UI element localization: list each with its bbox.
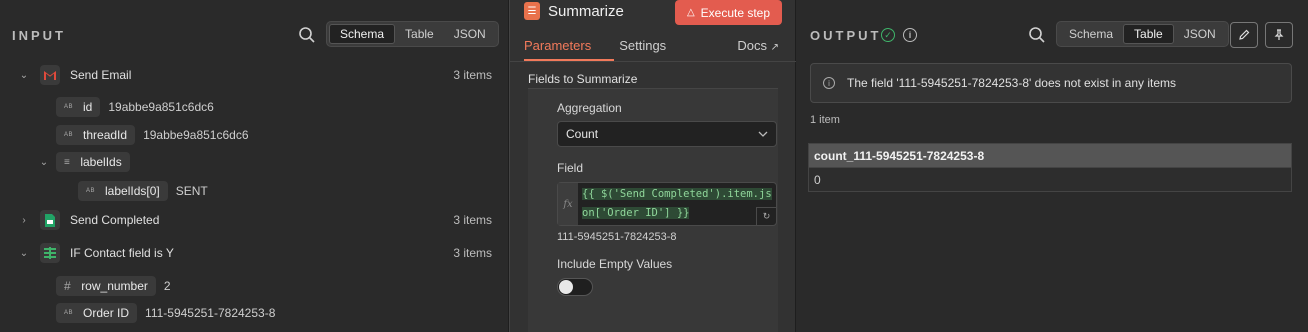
- input-panel: INPUT Schema Table JSON ⌄ Send Email 3 i…: [0, 0, 509, 332]
- chevron-right-icon[interactable]: ›: [18, 215, 30, 226]
- string-type-icon: AB: [64, 132, 74, 138]
- input-tab-schema[interactable]: Schema: [329, 24, 396, 44]
- flask-icon: △: [686, 7, 695, 18]
- field-pill: ≡ labelIds: [56, 152, 130, 172]
- node-name: IF Contact field is Y: [70, 246, 174, 260]
- field-value: SENT: [175, 184, 208, 198]
- if-node-icon: [40, 243, 60, 263]
- tabs-divider: [510, 61, 797, 62]
- output-view-toggle: Schema Table JSON: [1056, 21, 1229, 47]
- pin-output-button[interactable]: [1265, 22, 1293, 48]
- schema-field-id[interactable]: AB id 19abbe9a851c6dc6: [56, 96, 214, 118]
- field-value: 111-5945251-7824253-8: [145, 306, 276, 320]
- field-pill: AB labelIds[0]: [78, 181, 168, 201]
- input-tab-table[interactable]: Table: [395, 24, 444, 44]
- schema-field-threadid[interactable]: AB threadId 19abbe9a851c6dc6: [56, 124, 249, 146]
- aggregation-label: Aggregation: [557, 101, 622, 115]
- search-icon[interactable]: [1028, 26, 1046, 44]
- schema-field-labelids[interactable]: ⌄ ≡ labelIds: [38, 151, 138, 173]
- pin-icon: [1274, 29, 1284, 40]
- gmail-icon: [40, 65, 60, 85]
- output-title: OUTPUT: [810, 28, 882, 43]
- schema-field-labelids-0[interactable]: AB labelIds[0] SENT: [78, 180, 208, 202]
- node-title[interactable]: Summarize: [548, 3, 624, 20]
- chevron-down-icon[interactable]: ⌄: [18, 248, 30, 259]
- info-icon: i: [823, 77, 835, 89]
- chevron-down-icon[interactable]: ⌄: [18, 70, 30, 81]
- field-value: 19abbe9a851c6dc6: [108, 100, 214, 114]
- node-name: Send Completed: [70, 213, 160, 227]
- table-row: 0: [808, 167, 1292, 192]
- output-item-count: 1 item: [810, 114, 840, 126]
- docs-link[interactable]: Docs ↗: [737, 38, 779, 53]
- string-type-icon: AB: [86, 188, 96, 194]
- node-header: ☰ Summarize: [524, 2, 624, 20]
- input-view-toggle: Schema Table JSON: [326, 21, 499, 47]
- section-title: Fields to Summarize: [528, 72, 638, 86]
- toggle-knob: [559, 280, 573, 294]
- field-value: 2: [163, 279, 171, 293]
- fx-icon: fx: [558, 183, 578, 225]
- output-tab-json[interactable]: JSON: [1174, 24, 1226, 44]
- output-table: count_111-5945251-7824253-8 0: [808, 143, 1292, 192]
- tab-parameters[interactable]: Parameters: [524, 38, 591, 60]
- tree-node-if-contact[interactable]: ⌄ IF Contact field is Y: [18, 242, 174, 264]
- chevron-down-icon[interactable]: ⌄: [38, 157, 50, 168]
- number-type-icon: #: [64, 279, 72, 293]
- field-pill: AB threadId: [56, 125, 136, 145]
- notice-text: The field '111-5945251-7824253-8' does n…: [847, 76, 1177, 90]
- table-header-row: count_111-5945251-7824253-8: [808, 143, 1292, 168]
- node-parameters-panel: ☰ Summarize △ Execute step Parameters Se…: [509, 0, 797, 332]
- schema-field-row-number[interactable]: # row_number 2: [56, 275, 171, 297]
- input-tab-json[interactable]: JSON: [444, 24, 496, 44]
- expression-value: {{ $('Send Completed').item.json['Order …: [582, 188, 772, 219]
- field-label: Field: [557, 161, 584, 175]
- pencil-icon: [1239, 29, 1250, 40]
- list-type-icon: ≡: [64, 156, 71, 168]
- field-pill: AB id: [56, 97, 101, 117]
- chevron-down-icon: [758, 131, 768, 137]
- expand-expression-icon[interactable]: ↻: [756, 207, 776, 225]
- output-tab-table[interactable]: Table: [1123, 24, 1174, 44]
- schema-field-order-id[interactable]: AB Order ID 111-5945251-7824253-8: [56, 302, 275, 324]
- external-link-icon: ↗: [770, 42, 779, 53]
- output-tab-schema[interactable]: Schema: [1059, 24, 1123, 44]
- tab-settings[interactable]: Settings: [619, 38, 666, 60]
- table-cell[interactable]: 0: [808, 167, 1292, 192]
- tree-node-send-email[interactable]: ⌄ Send Email: [18, 64, 131, 86]
- docs-label: Docs: [737, 38, 767, 53]
- table-header-cell[interactable]: count_111-5945251-7824253-8: [808, 143, 1292, 168]
- expression-result: 111-5945251-7824253-8: [557, 231, 677, 243]
- node-item-count: 3 items: [453, 213, 492, 227]
- node-name: Send Email: [70, 68, 132, 82]
- execute-step-label: Execute step: [700, 5, 771, 20]
- ndv-root: INPUT Schema Table JSON ⌄ Send Email 3 i…: [0, 0, 1308, 332]
- field-value: 19abbe9a851c6dc6: [143, 128, 249, 142]
- node-item-count: 3 items: [453, 246, 492, 260]
- aggregation-value: Count: [566, 127, 599, 141]
- sheets-icon: [40, 210, 60, 230]
- include-empty-label: Include Empty Values: [557, 257, 673, 271]
- field-missing-notice: i The field '111-5945251-7824253-8' does…: [810, 63, 1292, 103]
- field-pill: AB Order ID: [56, 303, 138, 323]
- node-item-count: 3 items: [453, 68, 492, 82]
- summarize-node-icon: ☰: [524, 2, 540, 20]
- search-icon[interactable]: [298, 26, 316, 44]
- input-title: INPUT: [12, 28, 66, 43]
- edit-output-button[interactable]: [1230, 22, 1258, 48]
- field-pill: # row_number: [56, 276, 156, 296]
- field-expression-input[interactable]: fx {{ $('Send Completed').item.json['Ord…: [557, 182, 777, 226]
- info-icon[interactable]: i: [903, 28, 917, 42]
- tree-node-send-completed[interactable]: › Send Completed: [18, 209, 159, 231]
- success-check-icon: ✓: [881, 28, 895, 42]
- include-empty-toggle[interactable]: [557, 278, 593, 296]
- execute-step-button[interactable]: △ Execute step: [675, 0, 782, 25]
- expression-text[interactable]: {{ $('Send Completed').item.json['Order …: [578, 183, 776, 225]
- string-type-icon: AB: [64, 310, 74, 316]
- output-panel: OUTPUT ✓ i Schema Table JSON i The field…: [796, 0, 1308, 332]
- string-type-icon: AB: [64, 104, 74, 110]
- aggregation-select[interactable]: Count: [557, 121, 777, 147]
